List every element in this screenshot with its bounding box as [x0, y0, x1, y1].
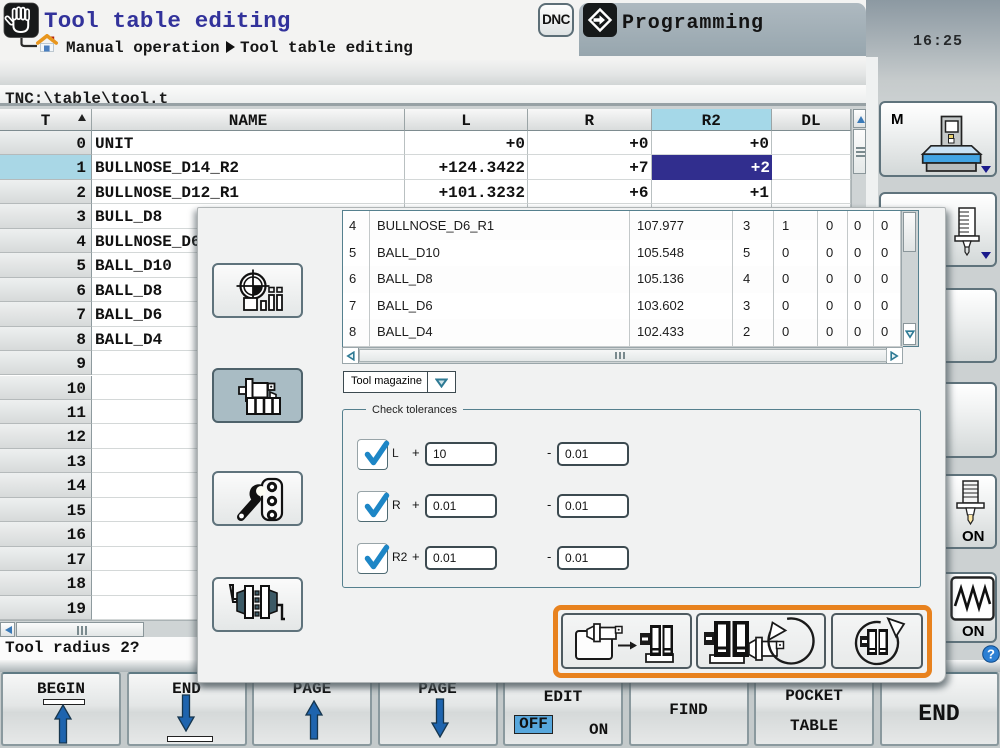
svg-text:?: ? — [987, 647, 995, 662]
